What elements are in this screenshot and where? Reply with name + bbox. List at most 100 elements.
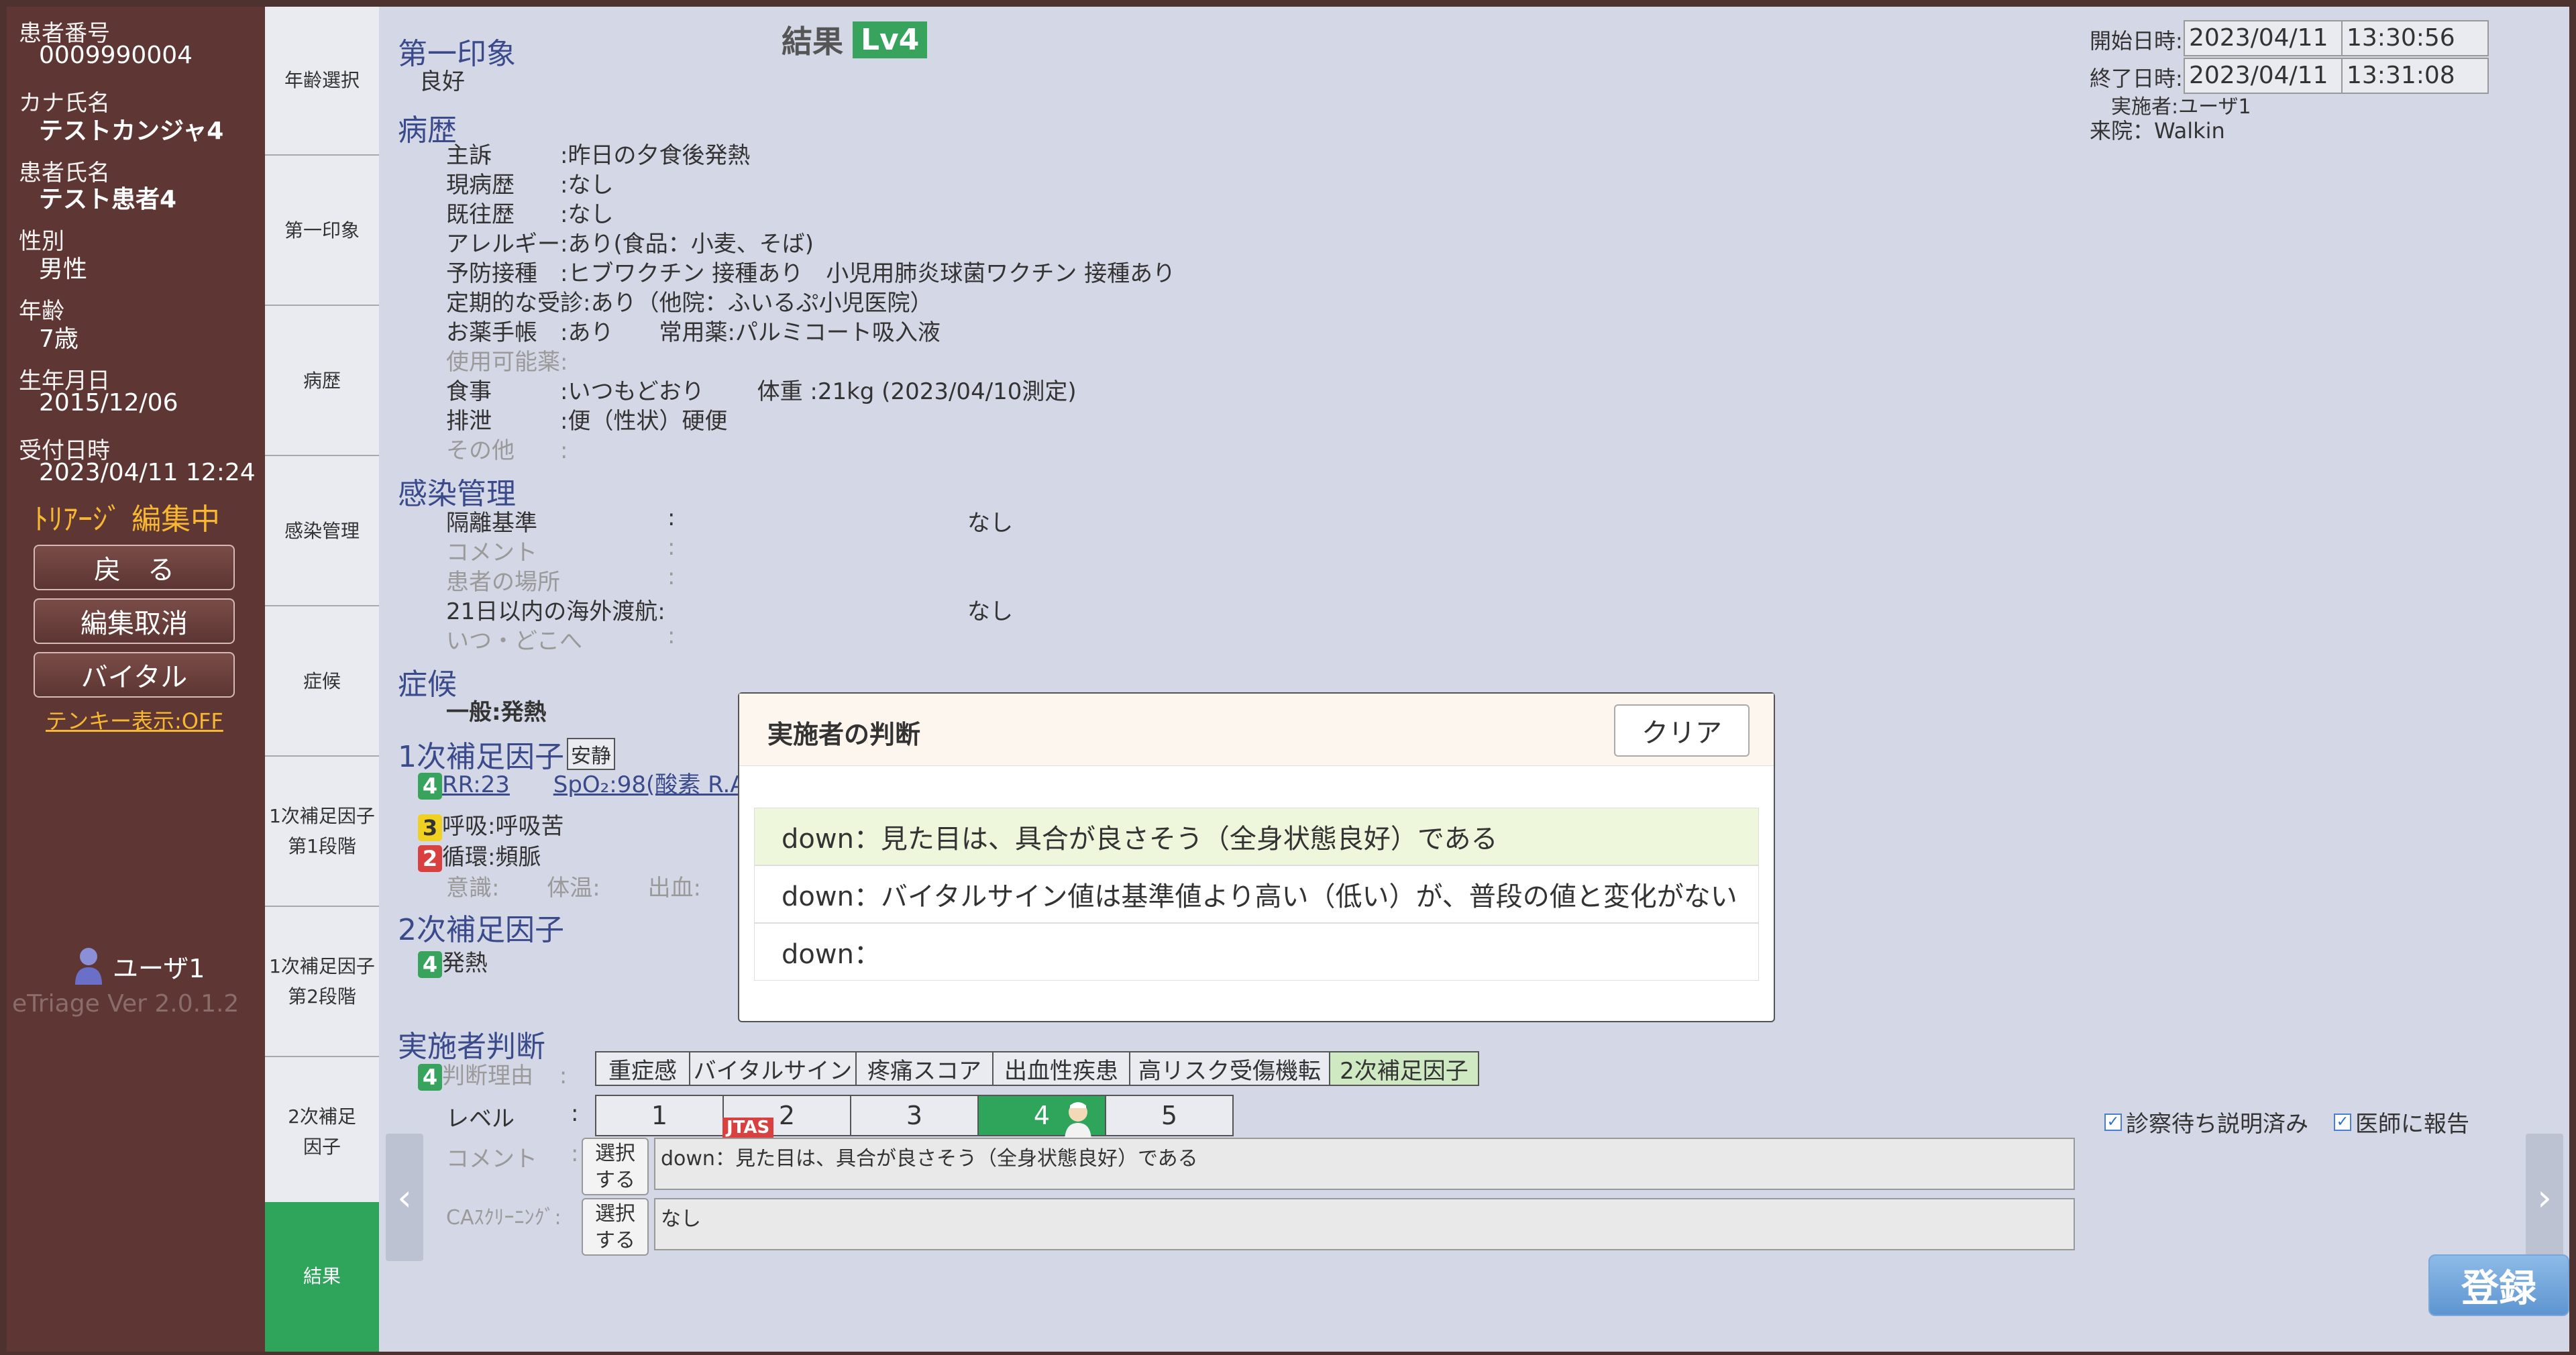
circ-badge: 2 [418, 845, 442, 872]
comment-select-button[interactable]: 選択 する [582, 1138, 649, 1195]
next-arrow-icon[interactable]: › [2526, 1134, 2563, 1261]
rest-tag: 安静 [567, 738, 615, 770]
ca-select-button[interactable]: 選択 する [582, 1198, 649, 1256]
tab-infection[interactable]: 感染管理 [265, 457, 379, 606]
judgement-dialog: 実施者の判断 クリア down：見た目は、具合が良さそう（全身状態良好）である … [738, 692, 1775, 1022]
ca-screening-label: CAｽｸﾘｰﾆﾝｸﾞ: [446, 1206, 561, 1230]
infection-value: なし [967, 510, 1013, 537]
tab-history[interactable]: 病歴 [265, 307, 379, 456]
check-icon: ✓ [2334, 1113, 2351, 1131]
secondary-badge: 4 [418, 951, 442, 978]
main-panel: 第一印象 良好 結果 Lv4 開始日時: 2023/04/11 13:30:56… [379, 7, 2569, 1352]
resp-value: 呼吸:呼吸苦 [442, 813, 564, 840]
tab-secondary-factor[interactable]: 2次補足 因子 [265, 1059, 379, 1207]
vital-button[interactable]: バイタル [34, 652, 235, 698]
judgement-option[interactable]: down：見た目は、具合が良さそう（全身状態良好）である [754, 808, 1759, 865]
comment-field[interactable]: down：見た目は、具合が良さそう（全身状態良好）である [654, 1138, 2075, 1190]
tab-primary-factor-2[interactable]: 1次補足因子 第2段階 [265, 908, 379, 1057]
reception-datetime: 2023/04/11 12:24 [39, 459, 256, 486]
level-1[interactable]: 1 [595, 1095, 724, 1136]
level-label: レベル [446, 1105, 515, 1132]
level-badge: Lv4 [853, 21, 928, 58]
infection-colon: : [667, 622, 676, 649]
edit-status: ﾄﾘｱｰｼﾞ 編集中 [34, 502, 220, 537]
arrival: 来院：Walkin [2090, 118, 2225, 144]
circulation-row: 2 循環:頻脈 [418, 838, 541, 872]
jtas-marker: JTAS [722, 1118, 774, 1138]
infection-label: 患者の場所 [446, 569, 560, 596]
prev-arrow-icon[interactable]: ‹ [386, 1134, 423, 1261]
app-version: eTriage Ver 2.0.1.2 [12, 990, 239, 1018]
infection-value: なし [967, 598, 1013, 625]
tab-result[interactable]: 結果 [265, 1202, 379, 1352]
ca-screening-field[interactable]: なし [654, 1198, 2075, 1250]
misc-vitals: 意識: 体温: 出血: [446, 869, 701, 902]
result-level: 結果 Lv4 [782, 17, 928, 62]
resp-badge: 3 [418, 814, 442, 841]
infection-colon: : [667, 563, 676, 590]
tab-age-select[interactable]: 年齢選択 [265, 7, 379, 156]
history-row: 食事 :いつもどおり 体重 :21kg (2023/04/10測定) [446, 378, 1077, 405]
judgement-badge: 4 [418, 1063, 442, 1091]
infection-colon: : [667, 534, 676, 561]
reason-severity[interactable]: 重症感 [595, 1051, 690, 1086]
sex: 男性 [39, 256, 88, 283]
user-name: ユーザ1 [113, 953, 205, 983]
infection-colon: : [667, 504, 676, 531]
clear-button[interactable]: クリア [1614, 704, 1750, 757]
reason-vitals[interactable]: バイタルサイン [689, 1051, 857, 1086]
comment-label: コメント [446, 1146, 537, 1173]
register-button[interactable]: 登録 [2428, 1254, 2569, 1316]
explained-label: 診察待ち説明済み [2126, 1111, 2308, 1138]
history-row: アレルギー:あり(食品：小麦、そば) [446, 231, 814, 258]
history-row: 主訴 :昨日の夕食後発熱 [446, 142, 751, 169]
user-icon [75, 948, 102, 985]
back-button[interactable]: 戻 る [34, 545, 235, 590]
report-doctor-checkbox[interactable]: ✓ 医師に報告 [2334, 1105, 2469, 1138]
infection-label: いつ・どこへ [446, 628, 582, 655]
level-5[interactable]: 5 [1105, 1095, 1234, 1136]
nurse-icon [1065, 1102, 1091, 1142]
symptom-value: 一般:発熱 [446, 699, 547, 726]
secondary-value: 発熱 [442, 950, 488, 977]
cancel-edit-button[interactable]: 編集取消 [34, 598, 235, 644]
tab-symptom[interactable]: 症候 [265, 608, 379, 757]
end-label: 終了日時: [2090, 66, 2183, 91]
secondary-factor-row: 4 発熱 [418, 944, 488, 978]
history-row: 既往歴 :なし [446, 201, 614, 228]
level-3[interactable]: 3 [850, 1095, 979, 1136]
birth-date: 2015/12/06 [39, 389, 178, 417]
infection-label: 隔離基準 [446, 510, 537, 537]
reason-bleeding[interactable]: 出血性疾患 [992, 1051, 1130, 1086]
patient-id: 0009990004 [39, 42, 193, 69]
tab-first-impression[interactable]: 第一印象 [265, 157, 379, 306]
bleeding-label: 出血: [647, 875, 702, 902]
result-label: 結果 [782, 23, 843, 60]
reason-row: 4 判断理由 : [418, 1057, 567, 1091]
history-row: 排泄 :便（性状）硬便 [446, 408, 728, 435]
reason-secondary-factor[interactable]: 2次補足因子 [1329, 1051, 1479, 1086]
rr-value: RR:23 [442, 771, 510, 798]
dialog-header: 実施者の判断 クリア [739, 694, 1774, 766]
respiration-row: 3 呼吸:呼吸苦 [418, 808, 564, 841]
reason-pain-score[interactable]: 疼痛スコア [855, 1051, 994, 1086]
patient-name: テスト患者4 [39, 186, 177, 213]
history-row: 現病歴 :なし [446, 172, 614, 199]
judgement-option[interactable]: down：バイタルサイン値は基準値より高い（低い）が、普段の値と変化がない [754, 865, 1759, 923]
explained-checkbox[interactable]: ✓ 診察待ち説明済み [2104, 1105, 2308, 1138]
history-row: 使用可能薬: [446, 349, 568, 376]
judgement-option[interactable]: down： [754, 923, 1759, 981]
age: 7歳 [39, 325, 78, 353]
consciousness-label: 意識: [446, 875, 500, 902]
infection-label: コメント [446, 539, 537, 566]
reason-high-risk[interactable]: 高リスク受傷機転 [1129, 1051, 1330, 1086]
history-row: お薬手帳 :あり 常用薬:パルミコート吸入液 [446, 319, 941, 346]
kana-name: テストカンジャ4 [39, 117, 224, 145]
tab-primary-factor-1[interactable]: 1次補足因子 第1段階 [265, 758, 379, 907]
current-user: ユーザ1 [74, 946, 205, 986]
report-doctor-label: 医師に報告 [2355, 1111, 2469, 1138]
history-row: その他 : [446, 437, 568, 464]
reason-label: 判断理由 [442, 1063, 533, 1089]
rr-badge: 4 [418, 772, 442, 800]
tenkey-toggle[interactable]: テンキー表示:OFF [46, 704, 223, 735]
